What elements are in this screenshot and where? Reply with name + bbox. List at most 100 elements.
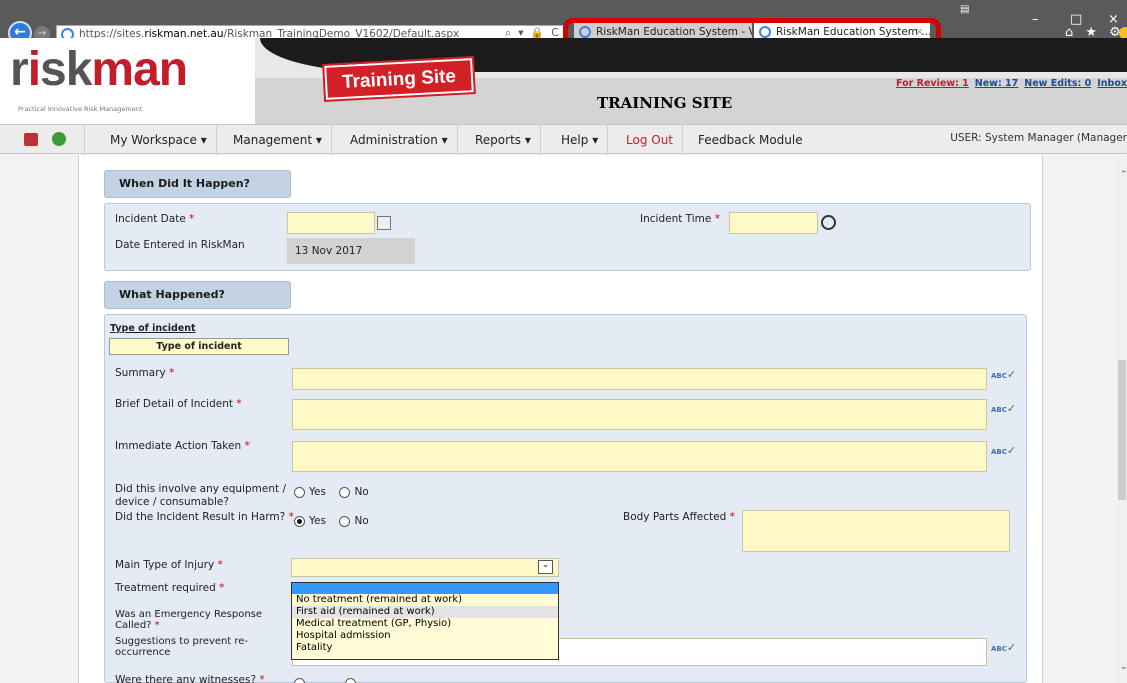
immediate-action-input[interactable] (292, 441, 987, 472)
menu-divider (84, 125, 85, 155)
type-of-incident-button[interactable]: Type of incident (109, 338, 289, 355)
scrollbar-thumb[interactable] (1118, 360, 1126, 500)
scroll-down-icon[interactable]: ⌄ (1120, 662, 1127, 672)
new-edits-link[interactable]: New Edits: 0 (1024, 78, 1091, 89)
equipment-yes-radio[interactable] (294, 486, 305, 498)
menu-label: Reports (475, 133, 522, 147)
main-injury-select[interactable] (291, 558, 559, 577)
riskman-logo: riskman (10, 42, 188, 97)
summary-label: Summary * (115, 367, 174, 380)
when-panel (104, 203, 1031, 271)
menu-label: Administration (350, 133, 438, 147)
required-marker: * (729, 511, 735, 523)
spellcheck-icon[interactable]: ABC✓ (991, 444, 1016, 457)
menu-administration[interactable]: Administration ▾ (341, 125, 458, 155)
required-marker: * (714, 213, 720, 225)
home-icon[interactable] (24, 133, 38, 146)
date-entered-value: 13 Nov 2017 (287, 238, 415, 264)
section-when: When Did It Happen? (104, 170, 291, 198)
spell-check-mark: ✓ (1006, 368, 1017, 381)
incident-time-input[interactable] (729, 212, 818, 234)
equipment-label: Did this involve any equipment / device /… (115, 483, 286, 509)
minimize-icon[interactable]: – (1032, 12, 1039, 27)
menu-management[interactable]: Management ▾ (224, 125, 332, 155)
new-link[interactable]: New: 17 (975, 78, 1019, 89)
harm-no-radio[interactable] (339, 515, 351, 527)
spell-check-mark: ✓ (1006, 444, 1017, 457)
app-icon: ▤ (960, 4, 970, 15)
label-text: Incident Time (640, 213, 712, 225)
equipment-no-radio[interactable] (339, 486, 351, 498)
equipment-radio-group: Yes No (294, 485, 379, 498)
spell-label: ABC (991, 645, 1007, 653)
witnesses-yes-radio[interactable] (294, 677, 305, 683)
dropdown-option[interactable]: No treatment (remained at work) (292, 594, 558, 606)
spellcheck-icon[interactable]: ABC✓ (991, 402, 1016, 415)
type-of-incident-link[interactable]: Type of incident (110, 322, 196, 335)
label-text: Summary (115, 367, 166, 379)
spell-label: ABC (991, 448, 1007, 456)
witnesses-no-radio[interactable] (344, 677, 356, 683)
scroll-up-icon[interactable]: ⌃ (1120, 170, 1127, 180)
required-marker: * (169, 367, 175, 379)
emergency-label: Was an Emergency Response Called? * (115, 609, 262, 631)
label-text: Did the Incident Result in Harm? (115, 511, 286, 523)
refresh-icon[interactable] (52, 132, 66, 146)
chevron-down-icon: ▾ (592, 133, 599, 147)
spellcheck-icon[interactable]: ABC✓ (991, 641, 1016, 654)
spellcheck-icon[interactable]: ABC✓ (991, 368, 1016, 381)
summary-input[interactable] (292, 368, 987, 390)
incident-date-input[interactable] (287, 212, 375, 234)
harm-yes-radio[interactable] (294, 515, 305, 527)
spell-label: ABC (991, 406, 1007, 414)
spell-check-mark: ✓ (1006, 641, 1017, 654)
label-text: Incident Date (115, 213, 186, 225)
suggestions-label: Suggestions to prevent re-occurrence (115, 636, 248, 658)
witnesses-label: Were there any witnesses? * (115, 674, 265, 683)
clock-icon[interactable] (821, 215, 836, 230)
menu-feedback-module[interactable]: Feedback Module (689, 125, 812, 155)
harm-label: Did the Incident Result in Harm? * (115, 511, 294, 524)
body-parts-input[interactable] (742, 510, 1010, 552)
menu-my-workspace[interactable]: My Workspace ▾ (101, 125, 217, 155)
chevron-down-icon: ▾ (200, 133, 207, 147)
dropdown-option[interactable]: Medical treatment (GP, Physio) (292, 618, 558, 630)
label-line: Did this involve any equipment / (115, 483, 286, 495)
menu-help[interactable]: Help ▾ (552, 125, 609, 155)
label-text: Body Parts Affected (623, 511, 727, 523)
label-text: Brief Detail of Incident (115, 398, 233, 410)
menu-log-out[interactable]: Log Out (617, 125, 684, 155)
for-review-link[interactable]: For Review: 1 (896, 78, 969, 89)
menu-label: My Workspace (110, 133, 197, 147)
dropdown-option[interactable]: First aid (remained at work) (292, 606, 558, 618)
site-header: riskman Practical Innovative Risk Manage… (0, 38, 1127, 124)
treatment-dropdown-list[interactable]: No treatment (remained at work) First ai… (291, 582, 559, 660)
label-text: Immediate Action Taken (115, 440, 242, 452)
required-marker: * (244, 440, 250, 452)
menu-reports[interactable]: Reports ▾ (466, 125, 541, 155)
required-marker: * (217, 559, 223, 571)
dropdown-option[interactable]: Hospital admission (292, 630, 558, 642)
dropdown-option-blank[interactable] (292, 583, 558, 594)
immediate-action-label: Immediate Action Taken * (115, 440, 250, 453)
witnesses-radio-group (294, 676, 356, 683)
logo-sk: sk (40, 43, 92, 96)
required-marker: * (219, 582, 225, 594)
label-text: Treatment required (115, 582, 216, 594)
incident-time-label: Incident Time * (640, 213, 720, 226)
label-text: Were there any witnesses? (115, 674, 257, 683)
label-line: occurrence (115, 647, 171, 658)
calendar-icon[interactable] (377, 216, 391, 230)
dropdown-option[interactable]: Fatality (292, 642, 558, 654)
yes-label: Yes (309, 486, 326, 498)
label-line: device / consumable? (115, 496, 229, 508)
site-title: TRAINING SITE (597, 94, 733, 112)
inbox-link[interactable]: Inbox: 59 (1097, 78, 1127, 89)
brief-detail-input[interactable] (292, 399, 987, 430)
chevron-down-icon: ▾ (441, 133, 448, 147)
required-marker: * (154, 620, 160, 631)
chevron-down-icon[interactable]: ⌄ (538, 560, 553, 574)
date-entered-label: Date Entered in RiskMan (115, 239, 245, 251)
user-info: USER: System Manager (Manager (950, 132, 1127, 144)
brief-detail-label: Brief Detail of Incident * (115, 398, 242, 411)
